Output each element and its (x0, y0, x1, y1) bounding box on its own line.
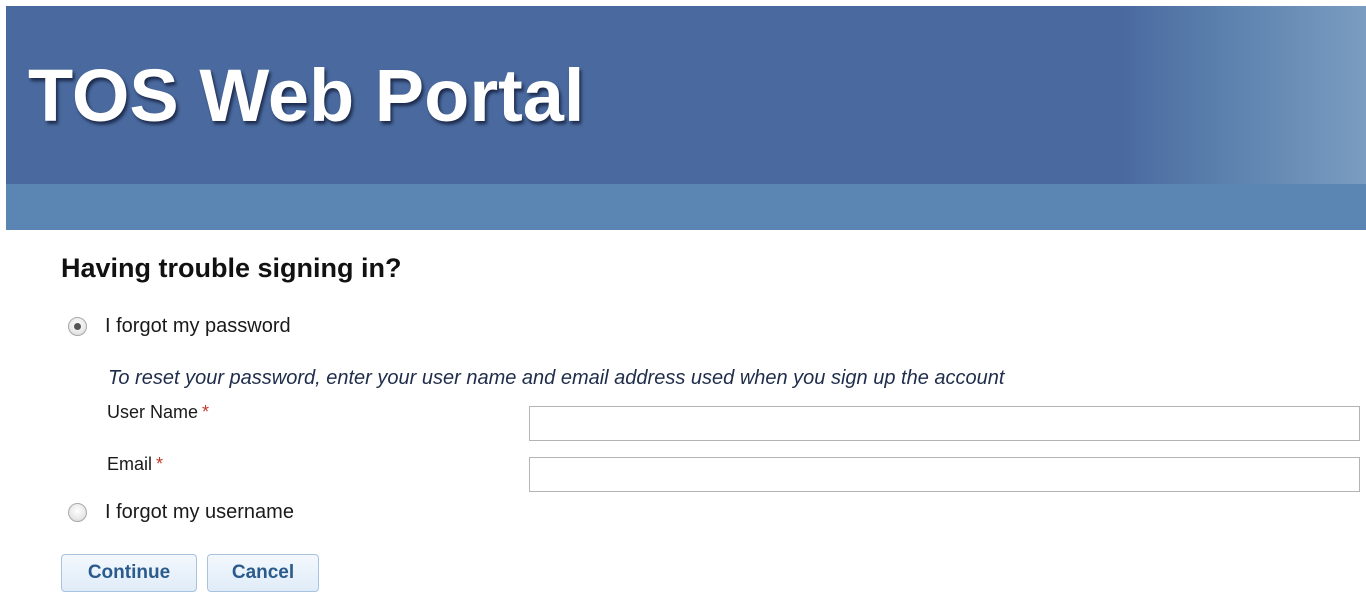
user-name-label: User Name * (107, 400, 209, 424)
navigation-bar (6, 184, 1366, 230)
user-name-label-text: User Name (107, 402, 199, 422)
email-input[interactable] (529, 457, 1360, 492)
email-label-text: Email (107, 454, 153, 474)
page: TOS Web Portal Having trouble signing in… (0, 0, 1366, 595)
email-label: Email * (107, 452, 163, 476)
header-banner: TOS Web Portal (6, 6, 1366, 184)
required-marker: * (202, 402, 210, 422)
user-name-input[interactable] (529, 406, 1360, 441)
forgot-username-radio[interactable] (68, 502, 87, 522)
page-heading: Having trouble signing in? (61, 253, 402, 283)
required-marker: * (156, 454, 164, 474)
forgot-password-radio[interactable] (68, 316, 87, 336)
reset-instructions: To reset your password, enter your user … (108, 367, 1005, 389)
continue-button[interactable]: Continue (61, 554, 197, 592)
portal-title: TOS Web Portal (28, 54, 585, 137)
forgot-username-label[interactable]: I forgot my username (105, 499, 294, 525)
option-forgot-username[interactable]: I forgot my username (68, 499, 294, 525)
option-forgot-password[interactable]: I forgot my password (68, 313, 291, 339)
forgot-password-label[interactable]: I forgot my password (105, 313, 291, 339)
cancel-button[interactable]: Cancel (207, 554, 319, 592)
